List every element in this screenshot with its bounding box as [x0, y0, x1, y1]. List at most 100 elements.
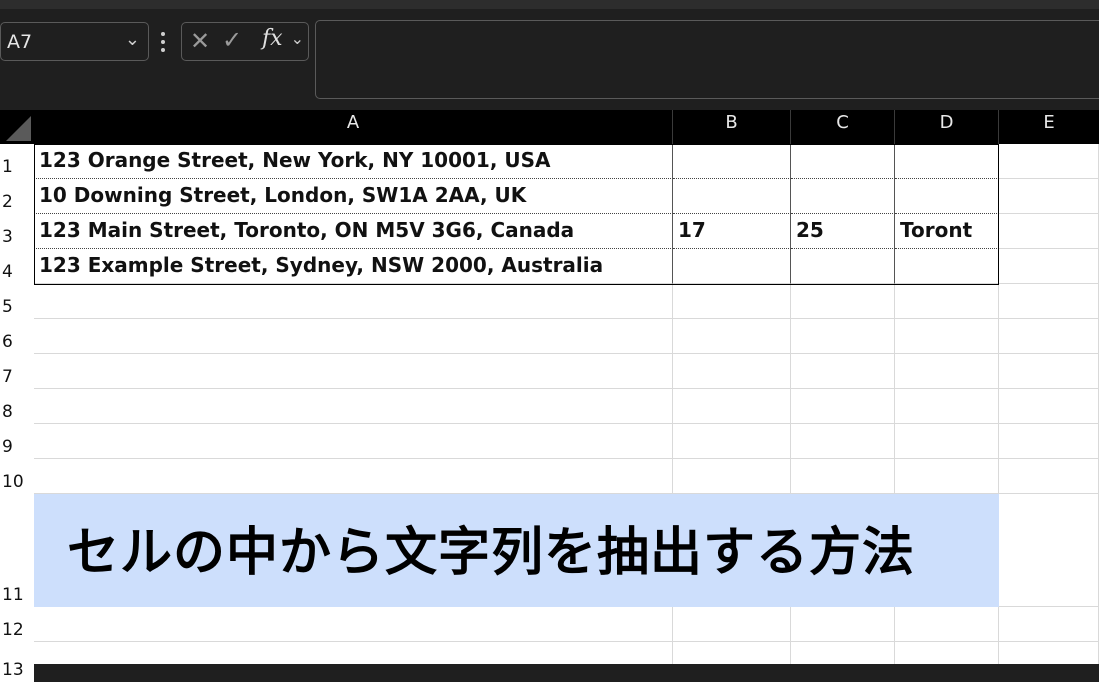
cell-d5[interactable]: [895, 284, 999, 319]
cell-a12[interactable]: [34, 607, 673, 642]
chevron-down-icon[interactable]: ⌄: [125, 29, 140, 50]
column-header-a[interactable]: A: [34, 110, 673, 144]
cell-b12[interactable]: [673, 607, 791, 642]
cell-c2[interactable]: [791, 179, 895, 214]
name-box[interactable]: A7 ⌄: [0, 22, 149, 61]
row-number: 9: [2, 437, 13, 457]
cell-b5[interactable]: [673, 284, 791, 319]
cell-c4[interactable]: [791, 249, 895, 284]
cell-a8[interactable]: [34, 389, 673, 424]
cell-e1[interactable]: [999, 144, 1099, 179]
spreadsheet-grid[interactable]: 123 Orange Street, New York, NY 10001, U…: [34, 144, 1099, 664]
row-number: 6: [2, 332, 13, 352]
insert-function-icon[interactable]: fx: [262, 26, 283, 51]
cell-e2[interactable]: [999, 179, 1099, 214]
cell-b2[interactable]: [673, 179, 791, 214]
cell-a6[interactable]: [34, 319, 673, 354]
cancel-icon[interactable]: ✕: [190, 27, 210, 55]
formula-input[interactable]: [315, 20, 1099, 99]
cell-d4[interactable]: [895, 249, 999, 284]
cell-b6[interactable]: [673, 319, 791, 354]
cell-b10[interactable]: [673, 459, 791, 494]
row-header-10[interactable]: 10: [0, 459, 34, 494]
cell-b3[interactable]: 17: [673, 214, 791, 249]
cell-value: 17: [678, 218, 706, 242]
cell-value: 10 Downing Street, London, SW1A 2AA, UK: [39, 183, 527, 207]
cell-c7[interactable]: [791, 354, 895, 389]
more-options-icon[interactable]: [160, 29, 166, 55]
cell-e10[interactable]: [999, 459, 1099, 494]
cell-d9[interactable]: [895, 424, 999, 459]
cell-d10[interactable]: [895, 459, 999, 494]
cell-d7[interactable]: [895, 354, 999, 389]
cell-c12[interactable]: [791, 607, 895, 642]
cell-a4[interactable]: 123 Example Street, Sydney, NSW 2000, Au…: [34, 249, 673, 284]
cell-a13[interactable]: [34, 642, 673, 664]
row-header-3[interactable]: 3: [0, 214, 34, 249]
title-banner: セルの中から文字列を抽出する方法: [34, 494, 999, 607]
row-header-11[interactable]: 11: [0, 494, 34, 607]
row-header-12[interactable]: 12: [0, 607, 34, 642]
cell-value: 123 Orange Street, New York, NY 10001, U…: [39, 148, 551, 172]
cell-e4[interactable]: [999, 249, 1099, 284]
cell-e11[interactable]: [999, 494, 1099, 607]
cell-d3[interactable]: Toront: [895, 214, 999, 249]
cell-e3[interactable]: [999, 214, 1099, 249]
cell-e5[interactable]: [999, 284, 1099, 319]
column-header-d[interactable]: D: [895, 110, 999, 144]
row-header-6[interactable]: 6: [0, 319, 34, 354]
row-number: 1: [2, 157, 13, 177]
cell-b7[interactable]: [673, 354, 791, 389]
cell-c10[interactable]: [791, 459, 895, 494]
cell-d1[interactable]: [895, 144, 999, 179]
enter-icon[interactable]: ✓: [222, 26, 242, 54]
cell-b13[interactable]: [673, 642, 791, 664]
cell-c9[interactable]: [791, 424, 895, 459]
cell-a3[interactable]: 123 Main Street, Toronto, ON M5V 3G6, Ca…: [34, 214, 673, 249]
cell-c1[interactable]: [791, 144, 895, 179]
column-header-b[interactable]: B: [673, 110, 791, 144]
cell-d6[interactable]: [895, 319, 999, 354]
row-header-9[interactable]: 9: [0, 424, 34, 459]
cell-a9[interactable]: [34, 424, 673, 459]
select-all-button[interactable]: [0, 110, 34, 144]
cell-c6[interactable]: [791, 319, 895, 354]
row-header-2[interactable]: 2: [0, 179, 34, 214]
cell-d8[interactable]: [895, 389, 999, 424]
row-header-13[interactable]: 13: [0, 642, 34, 682]
cell-e7[interactable]: [999, 354, 1099, 389]
cell-d2[interactable]: [895, 179, 999, 214]
row-number: 5: [2, 297, 13, 317]
row-header-1[interactable]: 1: [0, 144, 34, 179]
cell-c8[interactable]: [791, 389, 895, 424]
cell-d12[interactable]: [895, 607, 999, 642]
cell-a1[interactable]: 123 Orange Street, New York, NY 10001, U…: [34, 144, 673, 179]
cell-e13[interactable]: [999, 642, 1099, 664]
cell-a7[interactable]: [34, 354, 673, 389]
cell-c5[interactable]: [791, 284, 895, 319]
formula-controls: ✕ ✓ fx ⌄: [181, 22, 309, 61]
row-header-8[interactable]: 8: [0, 389, 34, 424]
row-number: 10: [2, 472, 24, 492]
name-box-value: A7: [7, 31, 33, 53]
cell-b4[interactable]: [673, 249, 791, 284]
cell-e9[interactable]: [999, 424, 1099, 459]
cell-c13[interactable]: [791, 642, 895, 664]
cell-a10[interactable]: [34, 459, 673, 494]
row-header-4[interactable]: 4: [0, 249, 34, 284]
cell-a5[interactable]: [34, 284, 673, 319]
chevron-down-icon[interactable]: ⌄: [291, 29, 304, 48]
cell-c3[interactable]: 25: [791, 214, 895, 249]
cell-b9[interactable]: [673, 424, 791, 459]
column-header-c[interactable]: C: [791, 110, 895, 144]
column-header-e[interactable]: E: [999, 110, 1099, 144]
cell-d13[interactable]: [895, 642, 999, 664]
row-header-5[interactable]: 5: [0, 284, 34, 319]
row-header-7[interactable]: 7: [0, 354, 34, 389]
cell-e8[interactable]: [999, 389, 1099, 424]
cell-b8[interactable]: [673, 389, 791, 424]
cell-e12[interactable]: [999, 607, 1099, 642]
cell-a2[interactable]: 10 Downing Street, London, SW1A 2AA, UK: [34, 179, 673, 214]
cell-b1[interactable]: [673, 144, 791, 179]
cell-e6[interactable]: [999, 319, 1099, 354]
